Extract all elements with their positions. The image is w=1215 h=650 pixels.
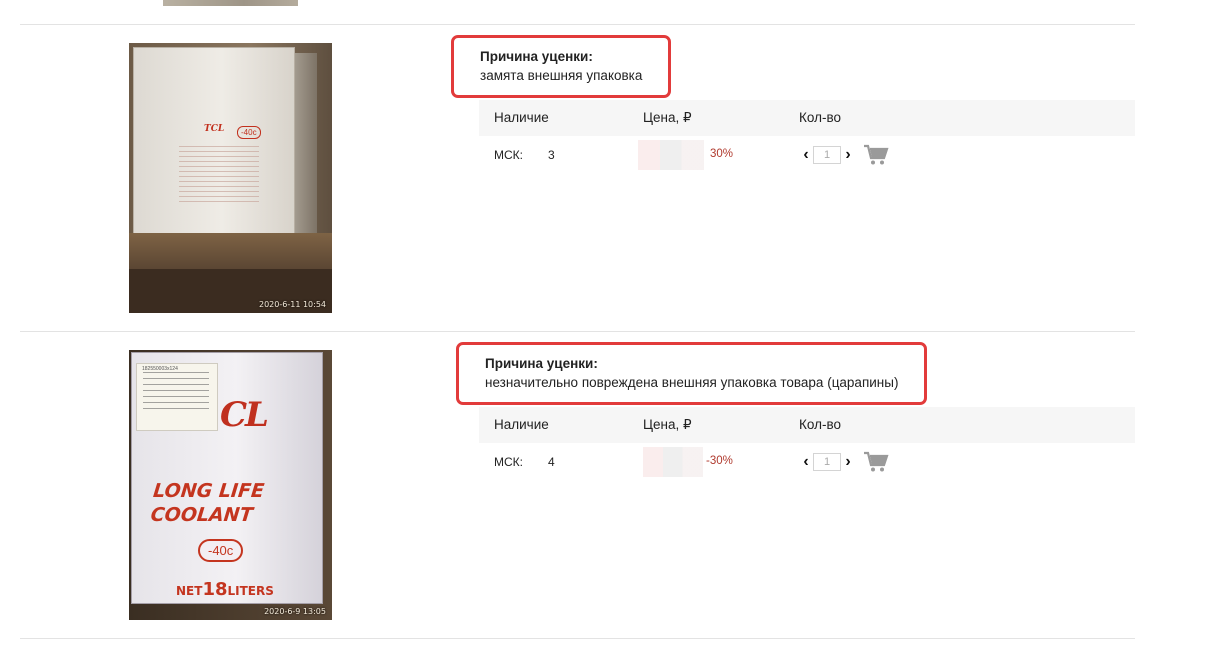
markdown-reason-title: Причина уценки: xyxy=(480,49,593,64)
canister-body: 182550003x124 CL LONG LIFE COOLANT -40c … xyxy=(131,352,323,604)
markdown-reason-title: Причина уценки: xyxy=(485,356,598,371)
title-line-1: LONG LIFE xyxy=(152,480,266,502)
brand-logo: TCL xyxy=(204,124,225,134)
markdown-reason-box: Причина уценки: незначительно повреждена… xyxy=(456,342,928,405)
liters-text: LITERS xyxy=(227,584,274,598)
header-availability: Наличие xyxy=(494,110,549,125)
chevron-left-icon[interactable]: ‹ xyxy=(801,145,811,165)
product-photo[interactable]: TCL -40c 2020-6-11 10:54 xyxy=(129,43,332,313)
header-price: Цена, ₽ xyxy=(643,417,692,432)
chevron-right-icon[interactable]: › xyxy=(843,145,853,165)
stock-row: МСК: 3 30% ‹ › xyxy=(479,136,1135,174)
markdown-reason-box: Причина уценки: замята внешняя упаковка xyxy=(451,35,672,98)
chevron-left-icon[interactable]: ‹ xyxy=(801,452,811,472)
title-line-2: COOLANT xyxy=(149,504,254,526)
canister-body: TCL -40c xyxy=(133,47,295,255)
cardboard-box xyxy=(129,233,332,269)
cart-icon[interactable] xyxy=(863,144,889,166)
temperature-badge: -40c xyxy=(198,539,244,562)
header-availability: Наличие xyxy=(494,417,549,432)
stock-table-header: Наличие Цена, ₽ Кол-во xyxy=(479,407,1135,443)
chevron-right-icon[interactable]: › xyxy=(843,452,853,472)
photo-timestamp: 2020-6-9 13:05 xyxy=(264,607,326,616)
brand-logo: CL xyxy=(220,395,269,435)
net-text: NET xyxy=(176,584,203,598)
discount-label: 30% xyxy=(710,148,734,160)
stock-table-header: Наличие Цена, ₽ Кол-во xyxy=(479,100,1135,136)
quantity-stepper[interactable]: ‹ › xyxy=(801,452,853,472)
warehouse-label: МСК: xyxy=(494,455,523,469)
stock-count: 4 xyxy=(548,455,555,469)
row-divider xyxy=(20,331,1135,332)
header-quantity: Кол-во xyxy=(799,110,841,125)
canister-side xyxy=(293,53,317,253)
quantity-input[interactable] xyxy=(813,146,841,164)
fine-print xyxy=(179,146,259,202)
paper-label: 182550003x124 xyxy=(136,363,218,431)
product-photo[interactable]: 182550003x124 CL LONG LIFE COOLANT -40c … xyxy=(129,350,332,620)
stock-table: Наличие Цена, ₽ Кол-во МСК: 3 30% ‹ › xyxy=(479,100,1135,174)
label-text-lines xyxy=(143,372,209,412)
cart-icon[interactable] xyxy=(863,451,889,473)
previous-product-photo[interactable] xyxy=(163,0,298,6)
price-value-blurred xyxy=(643,447,703,477)
row-divider xyxy=(20,24,1135,25)
markdown-reason-text: замята внешняя упаковка xyxy=(480,68,643,83)
label-code: 182550003x124 xyxy=(142,366,178,372)
row-divider xyxy=(20,638,1135,639)
stock-table: Наличие Цена, ₽ Кол-во МСК: 4 -30% ‹ › xyxy=(479,407,1135,481)
stock-count: 3 xyxy=(548,148,555,162)
photo-timestamp: 2020-6-11 10:54 xyxy=(259,300,326,309)
volume-print: NET18LITERS xyxy=(176,579,274,600)
price-value-blurred xyxy=(638,140,704,170)
markdown-reason-text: незначительно повреждена внешняя упаковк… xyxy=(485,375,899,390)
warehouse-label: МСК: xyxy=(494,148,523,162)
liters-number: 18 xyxy=(202,579,228,600)
temperature-badge: -40c xyxy=(237,126,261,139)
stock-row: МСК: 4 -30% ‹ › xyxy=(479,443,1135,481)
header-price: Цена, ₽ xyxy=(643,110,692,125)
quantity-stepper[interactable]: ‹ › xyxy=(801,145,853,165)
product-title-print: LONG LIFE COOLANT xyxy=(149,479,324,527)
header-quantity: Кол-во xyxy=(799,417,841,432)
discount-label: -30% xyxy=(706,455,733,467)
quantity-input[interactable] xyxy=(813,453,841,471)
